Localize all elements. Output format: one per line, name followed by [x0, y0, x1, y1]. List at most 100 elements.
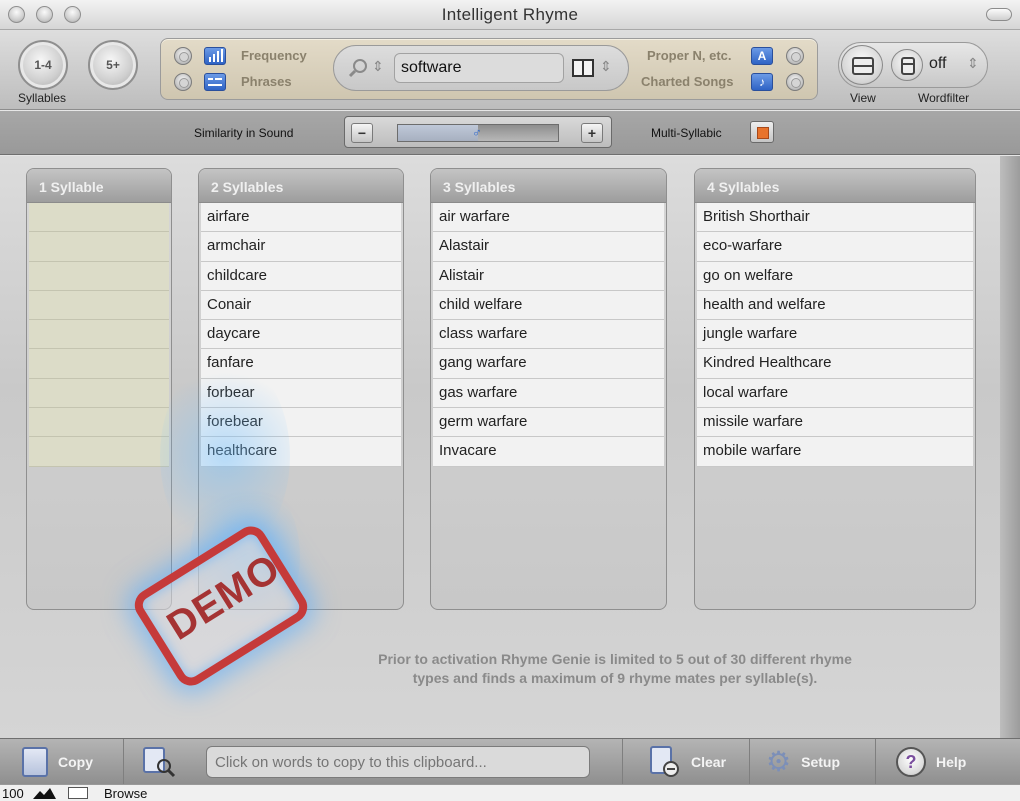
word-row[interactable]: air warfare [433, 203, 664, 233]
wordfilter-value: off [929, 55, 947, 72]
charted-songs-radio[interactable] [786, 73, 804, 91]
word-row[interactable]: eco-warfare [697, 232, 973, 262]
word-row[interactable]: armchair [201, 232, 401, 262]
word-row[interactable]: gas warfare [433, 378, 664, 409]
column-header: 4 Syllables [695, 169, 975, 203]
multi-syllabic-toggle[interactable] [750, 121, 774, 143]
word-row[interactable]: class warfare [433, 320, 664, 350]
word-row[interactable]: local warfare [697, 378, 973, 409]
wordfilter-stepper-icon[interactable]: ⇕ [967, 55, 979, 72]
word-row[interactable]: child welfare [433, 290, 664, 321]
bottom-bar: Copy Clear ⚙ Setup ? Help [0, 738, 1020, 785]
word-row[interactable]: missile warfare [697, 408, 973, 438]
toolbar: 1-4 5+ Syllables Frequency Phrases ⇕ sof… [0, 30, 1020, 110]
search-mode-stepper-icon[interactable]: ⇕ [372, 58, 384, 75]
layout-icon[interactable] [572, 59, 594, 77]
syllables-label: Syllables [18, 91, 67, 105]
app-window: Intelligent Rhyme 1-4 5+ Syllables Frequ… [0, 0, 1020, 801]
empty-word-row [29, 261, 169, 291]
word-row[interactable]: Invacare [433, 437, 664, 467]
empty-word-row [29, 232, 169, 262]
activation-notice: Prior to activation Rhyme Genie is limit… [300, 650, 930, 688]
inspect-clipboard-button[interactable] [124, 739, 196, 785]
view-label: View [850, 91, 876, 105]
similarity-slider[interactable]: ♂ [397, 124, 559, 142]
column-header: 3 Syllables [431, 169, 666, 203]
zoom-level[interactable]: 100 [2, 786, 24, 801]
mode-toggle-icon[interactable] [68, 787, 88, 799]
empty-word-row [29, 378, 169, 409]
copy-button[interactable]: Copy [0, 739, 124, 785]
word-row[interactable]: airfare [201, 203, 401, 233]
word-row[interactable]: health and welfare [697, 290, 973, 321]
column-4-syllables: 4 Syllables British Shorthair eco-warfare… [694, 168, 976, 610]
zoom-mountains-icon[interactable] [32, 787, 64, 800]
word-list: air warfare Alastair Alistair child welfare… [431, 203, 666, 467]
title-bar: Intelligent Rhyme [0, 0, 1020, 30]
similarity-slider-fill [398, 125, 478, 141]
help-button[interactable]: ? Help [876, 739, 1020, 785]
wordfilter-button[interactable] [891, 49, 923, 81]
toolbar-toggle-button[interactable] [986, 8, 1012, 21]
similarity-knob-icon[interactable]: ♂ [472, 125, 482, 140]
window-title: Intelligent Rhyme [441, 5, 579, 24]
view-button[interactable] [841, 45, 883, 85]
phrases-radio[interactable] [174, 73, 192, 91]
clear-label: Clear [691, 754, 727, 770]
similarity-decrease-button[interactable]: − [351, 123, 373, 143]
word-row[interactable]: Alistair [433, 261, 664, 291]
syllables-1-4-button[interactable]: 1-4 [18, 40, 68, 90]
multi-syllabic-label: Multi-Syllabic [651, 126, 722, 140]
word-row[interactable]: British Shorthair [697, 203, 973, 233]
empty-word-row [29, 437, 169, 467]
notice-line: types and finds a maximum of 9 rhyme mat… [412, 670, 818, 686]
results-area: 1 Syllable 2 Syllables airfare armchair ch… [0, 156, 1020, 738]
gear-icon: ⚙ [766, 746, 792, 777]
word-row[interactable]: mobile warfare [697, 437, 973, 467]
empty-word-row [29, 290, 169, 321]
proper-names-label: Proper N, etc. [647, 48, 732, 63]
search-input[interactable] [394, 53, 564, 83]
word-row[interactable]: Conair [201, 290, 401, 321]
empty-word-row [29, 203, 169, 233]
phrases-label: Phrases [241, 74, 292, 89]
word-row[interactable]: childcare [201, 261, 401, 291]
setup-label: Setup [801, 754, 840, 770]
syllables-5plus-button[interactable]: 5+ [88, 40, 138, 90]
setup-button[interactable]: ⚙ Setup [750, 739, 876, 785]
frequency-icon [204, 47, 226, 65]
charted-songs-icon: ♪ [751, 73, 773, 91]
wordfilter-label: Wordfilter [918, 91, 970, 105]
search-group: ⇕ ⇕ [333, 45, 629, 91]
word-row[interactable]: germ warfare [433, 408, 664, 438]
search-icon[interactable] [348, 58, 368, 78]
search-control-panel: Frequency Phrases ⇕ ⇕ Proper N, etc. Cha… [160, 38, 818, 100]
browse-mode: Browse [104, 786, 148, 801]
right-edge-strip [1000, 156, 1020, 738]
proper-names-radio[interactable] [786, 47, 804, 65]
help-label: Help [936, 754, 967, 770]
similarity-increase-button[interactable]: + [581, 123, 603, 143]
word-row[interactable]: daycare [201, 320, 401, 350]
frequency-radio[interactable] [174, 47, 192, 65]
clipboard-input[interactable] [206, 746, 590, 778]
similarity-bar: Similarity in Sound − ♂ + Multi-Syllabic [0, 111, 1020, 155]
clear-button[interactable]: Clear [622, 739, 750, 785]
empty-word-row [29, 320, 169, 350]
help-icon: ? [896, 747, 926, 777]
word-row[interactable]: go on welfare [697, 261, 973, 291]
charted-songs-label: Charted Songs [641, 74, 734, 89]
empty-word-row [29, 349, 169, 379]
layout-stepper-icon[interactable]: ⇕ [600, 58, 612, 75]
word-row[interactable]: Kindred Healthcare [697, 349, 973, 379]
filter-icon [901, 57, 915, 75]
view-wordfilter-group: off ⇕ [838, 42, 988, 88]
word-row[interactable]: jungle warfare [697, 320, 973, 350]
word-list: British Shorthair eco-warfare go on welfar… [695, 203, 975, 467]
word-row[interactable]: gang warfare [433, 349, 664, 379]
column-1-syllable: 1 Syllable [26, 168, 172, 610]
magnifier-document-icon [143, 747, 176, 778]
word-row[interactable]: Alastair [433, 232, 664, 262]
similarity-label: Similarity in Sound [194, 126, 294, 140]
frequency-label: Frequency [241, 48, 307, 63]
